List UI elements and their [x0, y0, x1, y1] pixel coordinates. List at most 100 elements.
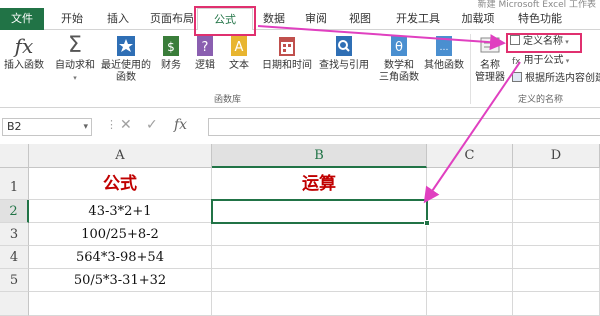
math-trig-button[interactable]: θ 数学和 三角函数: [376, 34, 422, 84]
enter-icon[interactable]: ✓: [146, 117, 158, 133]
cell-b6[interactable]: [212, 292, 427, 316]
financial-label: 财务: [161, 60, 181, 71]
cell-c3[interactable]: [427, 223, 513, 246]
tab-review[interactable]: 审阅: [298, 8, 334, 30]
cell-b1[interactable]: 运算: [212, 168, 427, 200]
tab-home[interactable]: 开始: [50, 8, 94, 30]
svg-text:A: A: [235, 40, 244, 55]
text-label: 文本: [229, 60, 249, 71]
cell-c1[interactable]: [427, 168, 513, 200]
cancel-icon[interactable]: ✕: [120, 117, 132, 133]
define-name-highlight: [506, 33, 582, 53]
more-functions-book-icon: …: [436, 36, 452, 56]
cell-b5[interactable]: [212, 269, 427, 292]
recently-used-label-1: 最近使用的: [101, 60, 151, 71]
cell-d1[interactable]: [513, 168, 600, 200]
column-header-b[interactable]: B: [212, 144, 427, 168]
row-header-3[interactable]: 3: [0, 223, 29, 246]
more-functions-button[interactable]: … 其他函数: [422, 34, 466, 72]
formula-input[interactable]: [208, 118, 600, 136]
name-box[interactable]: B2 ▾: [2, 118, 92, 136]
autosum-button[interactable]: Σ 自动求和 ▾: [52, 34, 98, 84]
tab-view[interactable]: 视图: [342, 8, 378, 30]
create-from-selection-button[interactable]: 根据所选内容创建: [512, 72, 600, 86]
cell-b3[interactable]: [212, 223, 427, 246]
insert-function-label: 插入函数: [4, 60, 44, 71]
cell-d5[interactable]: [513, 269, 600, 292]
name-manager-label-2: 管理器: [475, 72, 505, 83]
cell-a4[interactable]: 564*3-98+54: [29, 246, 212, 269]
name-manager-button[interactable]: 名称 管理器: [472, 37, 508, 84]
financial-button[interactable]: $ 财务: [156, 34, 186, 72]
cell-d4[interactable]: [513, 246, 600, 269]
tab-file[interactable]: 文件: [0, 8, 44, 30]
name-manager-icon: [480, 37, 500, 53]
title-bar: 新建 Microsoft Excel 工作表: [0, 0, 600, 10]
tab-data[interactable]: 数据: [256, 8, 292, 30]
cell-c6[interactable]: [427, 292, 513, 316]
use-in-formula-icon: fx: [512, 57, 521, 67]
tab-page-layout[interactable]: 页面布局: [142, 8, 202, 30]
svg-text:θ: θ: [395, 40, 403, 55]
chevron-down-icon[interactable]: ▾: [83, 119, 88, 135]
cell-d6[interactable]: [513, 292, 600, 316]
text-button[interactable]: A 文本: [224, 34, 254, 72]
fill-handle[interactable]: [424, 220, 430, 226]
cell-a5[interactable]: 50/5*3-31+32: [29, 269, 212, 292]
cell-d2[interactable]: [513, 200, 600, 223]
lookup-book-icon: [336, 36, 352, 56]
create-from-selection-label: 根据所选内容创建: [525, 73, 600, 84]
cell-a1[interactable]: 公式: [29, 168, 212, 200]
column-header-c[interactable]: C: [427, 144, 513, 168]
cell-a2[interactable]: 43-3*2+1: [29, 200, 212, 223]
row-header-4[interactable]: 4: [0, 246, 29, 269]
row-header-1[interactable]: 1: [0, 168, 29, 200]
calendar-icon: [279, 37, 295, 56]
tab-addins[interactable]: 加载项: [454, 8, 502, 30]
cell-d3[interactable]: [513, 223, 600, 246]
formulas-tab-highlight: [194, 6, 256, 36]
logical-button[interactable]: ? 逻辑: [190, 34, 220, 72]
active-cell-outline: [211, 199, 430, 226]
cell-a6[interactable]: [29, 292, 212, 316]
tab-developer[interactable]: 开发工具: [388, 8, 448, 30]
date-time-button[interactable]: 日期和时间: [258, 34, 316, 72]
cell-c5[interactable]: [427, 269, 513, 292]
use-in-formula-button[interactable]: fx 用于公式 ▾: [512, 54, 569, 68]
fx-icon: fx: [14, 34, 34, 58]
logical-label: 逻辑: [195, 60, 215, 71]
column-header-d[interactable]: D: [513, 144, 600, 168]
select-all-corner[interactable]: [0, 144, 29, 168]
star-book-icon: [117, 36, 135, 56]
lookup-reference-label: 查找与引用: [319, 60, 369, 71]
row-header-6[interactable]: [0, 292, 29, 316]
cell-c4[interactable]: [427, 246, 513, 269]
svg-text:?: ?: [202, 40, 209, 55]
insert-function-icon[interactable]: fx: [174, 117, 187, 133]
lookup-reference-button[interactable]: 查找与引用: [316, 34, 372, 72]
theta-book-icon: θ: [391, 36, 407, 56]
group-separator: [470, 34, 471, 104]
defined-names-group-label: 定义的名称: [518, 95, 564, 105]
recently-used-label-2: 函数: [116, 72, 136, 83]
cell-b4[interactable]: [212, 246, 427, 269]
tab-insert[interactable]: 插入: [96, 8, 140, 30]
ribbon-tab-bar: 文件 开始 插入 页面布局 公式 数据 审阅 视图 开发工具 加载项 特色功能: [0, 8, 600, 31]
date-time-label: 日期和时间: [262, 60, 312, 71]
recently-used-button[interactable]: 最近使用的 函数: [98, 34, 154, 84]
math-trig-label-2: 三角函数: [379, 72, 419, 83]
column-header-a[interactable]: A: [29, 144, 212, 168]
create-from-selection-icon: [512, 72, 522, 82]
svg-text:…: …: [440, 43, 449, 53]
insert-function-button[interactable]: fx 插入函数: [2, 34, 46, 72]
tab-special-features[interactable]: 特色功能: [510, 8, 570, 30]
autosum-label: 自动求和: [55, 60, 95, 71]
formula-bar: B2 ▾ ⋮ ✕ ✓ fx: [0, 112, 600, 140]
row-header-2[interactable]: 2: [0, 200, 29, 223]
financial-book-icon: $: [163, 36, 179, 56]
cell-c2[interactable]: [427, 200, 513, 223]
row-header-5[interactable]: 5: [0, 269, 29, 292]
name-manager-label-1: 名称: [480, 60, 500, 71]
name-box-value: B2: [7, 120, 22, 133]
cell-a3[interactable]: 100/25+8-2: [29, 223, 212, 246]
